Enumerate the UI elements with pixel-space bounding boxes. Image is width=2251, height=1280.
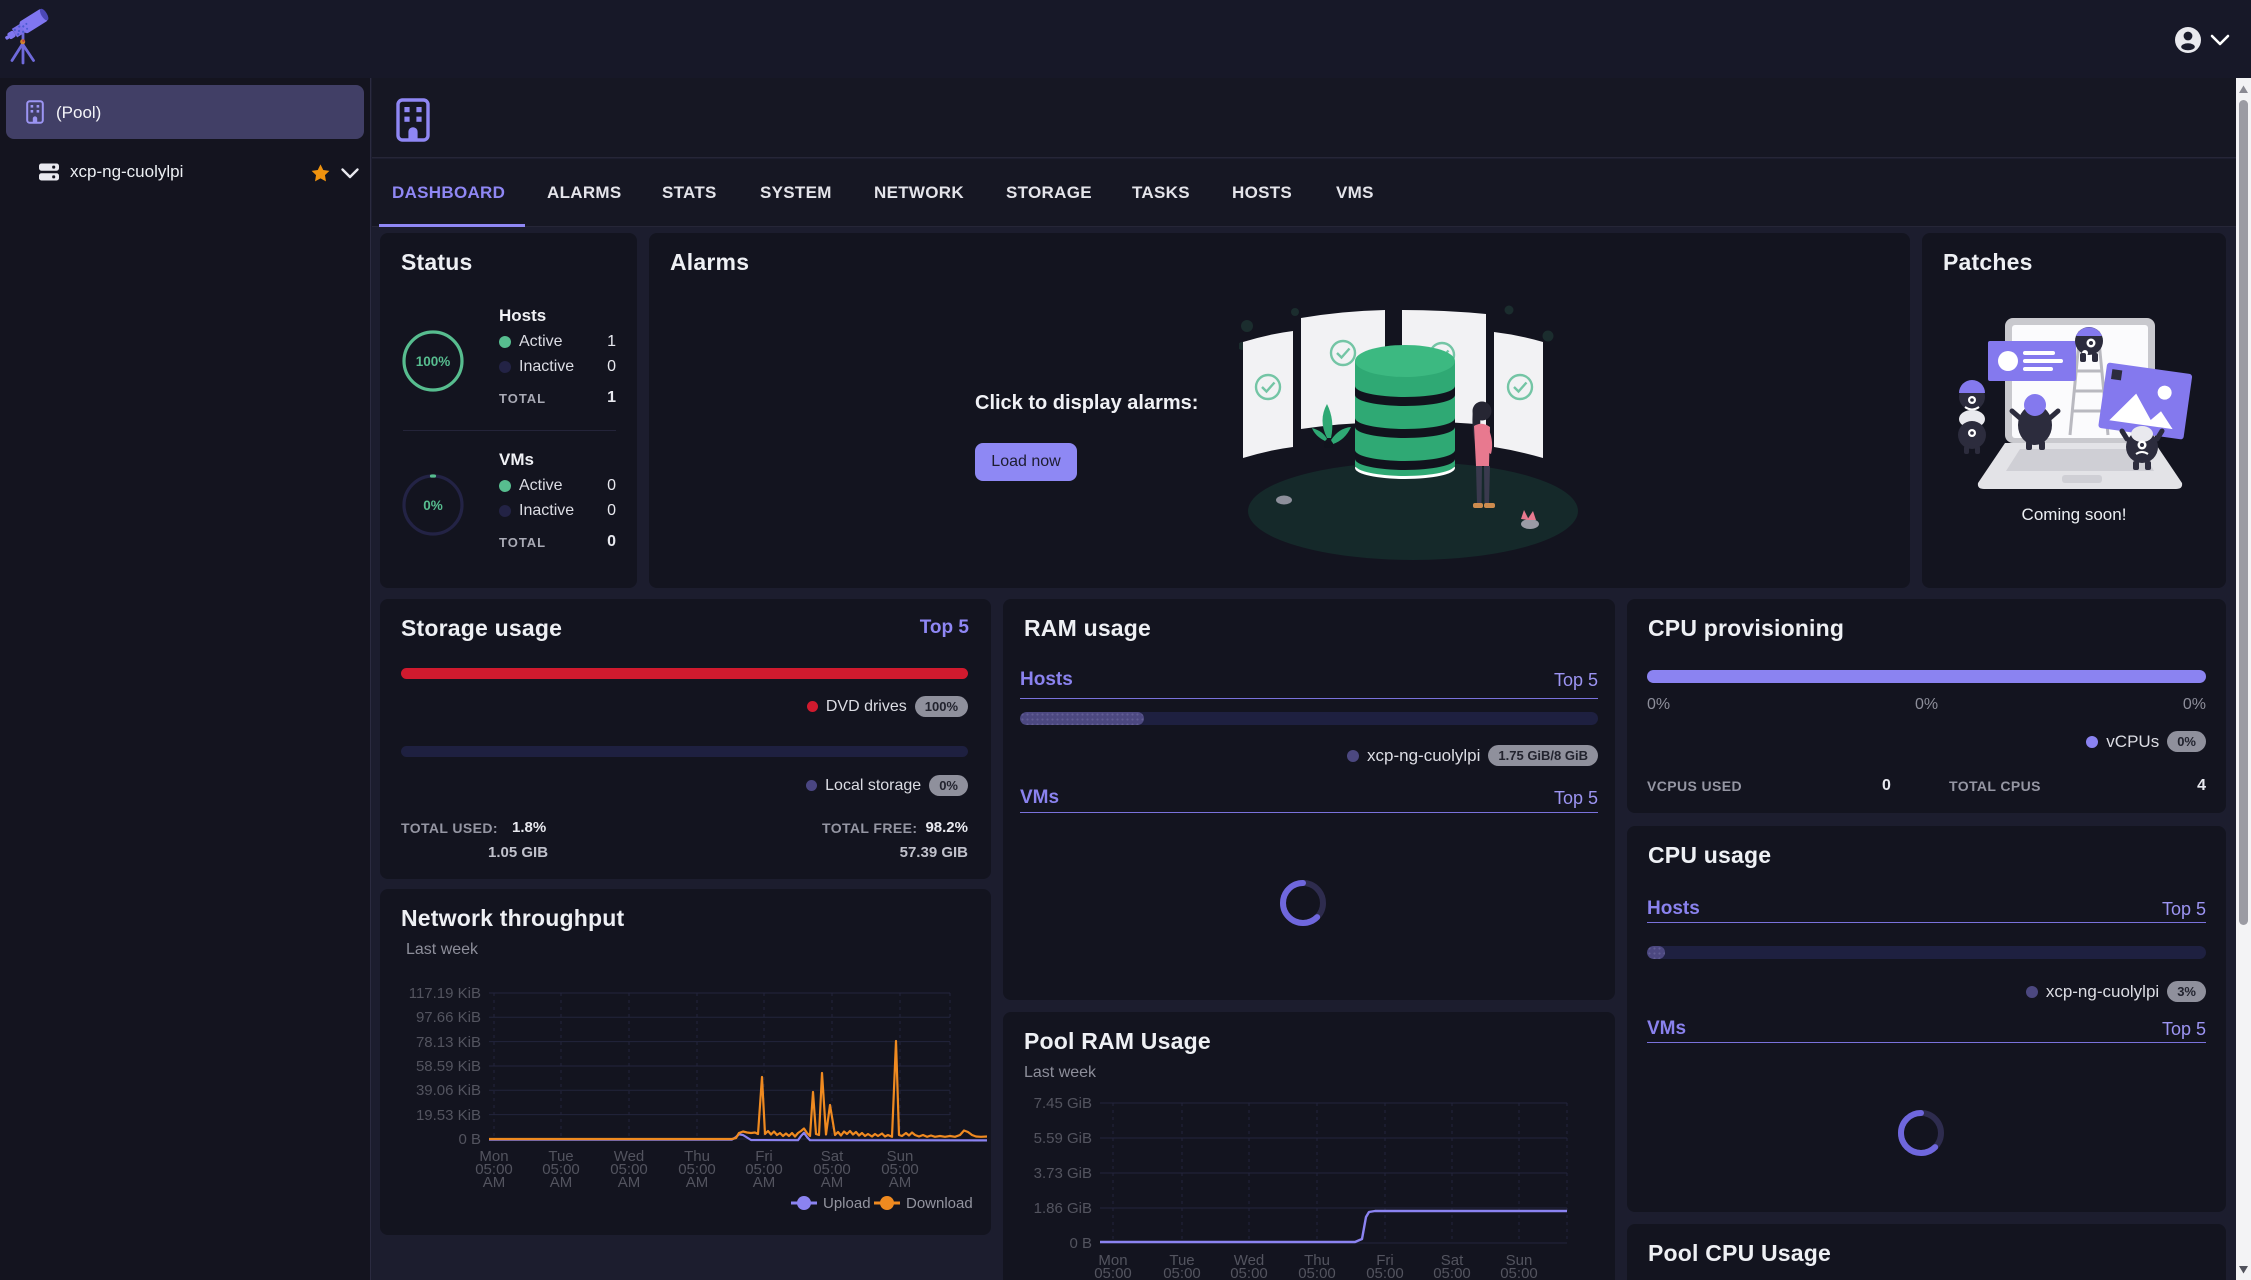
svg-text:1.86 GiB: 1.86 GiB [1034,1200,1092,1217]
svg-text:0 B: 0 B [1069,1235,1092,1252]
svg-text:3.73 GiB: 3.73 GiB [1034,1165,1092,1182]
svg-text:0%: 0% [423,498,443,513]
svg-text:AM: AM [618,1174,641,1191]
svg-text:97.66 KiB: 97.66 KiB [416,1009,481,1026]
svg-text:AM: AM [821,1174,844,1191]
svg-text:AM: AM [550,1174,573,1191]
svg-text:19.53 KiB: 19.53 KiB [416,1107,481,1124]
svg-text:100%: 100% [416,354,451,369]
svg-text:AM: AM [889,1174,912,1191]
svg-text:58.59 KiB: 58.59 KiB [416,1058,481,1075]
svg-text:7.45 GiB: 7.45 GiB [1034,1095,1092,1112]
svg-text:AM: AM [753,1174,776,1191]
svg-text:117.19 KiB: 117.19 KiB [409,985,481,1002]
svg-text:Download: Download [906,1195,973,1212]
svg-text:0 B: 0 B [458,1131,481,1148]
svg-text:39.06 KiB: 39.06 KiB [416,1082,481,1099]
svg-text:78.13 KiB: 78.13 KiB [416,1034,481,1051]
svg-text:AM: AM [483,1174,506,1191]
svg-text:Upload: Upload [823,1195,871,1212]
svg-text:5.59 GiB: 5.59 GiB [1034,1130,1092,1147]
svg-text:AM: AM [686,1174,709,1191]
